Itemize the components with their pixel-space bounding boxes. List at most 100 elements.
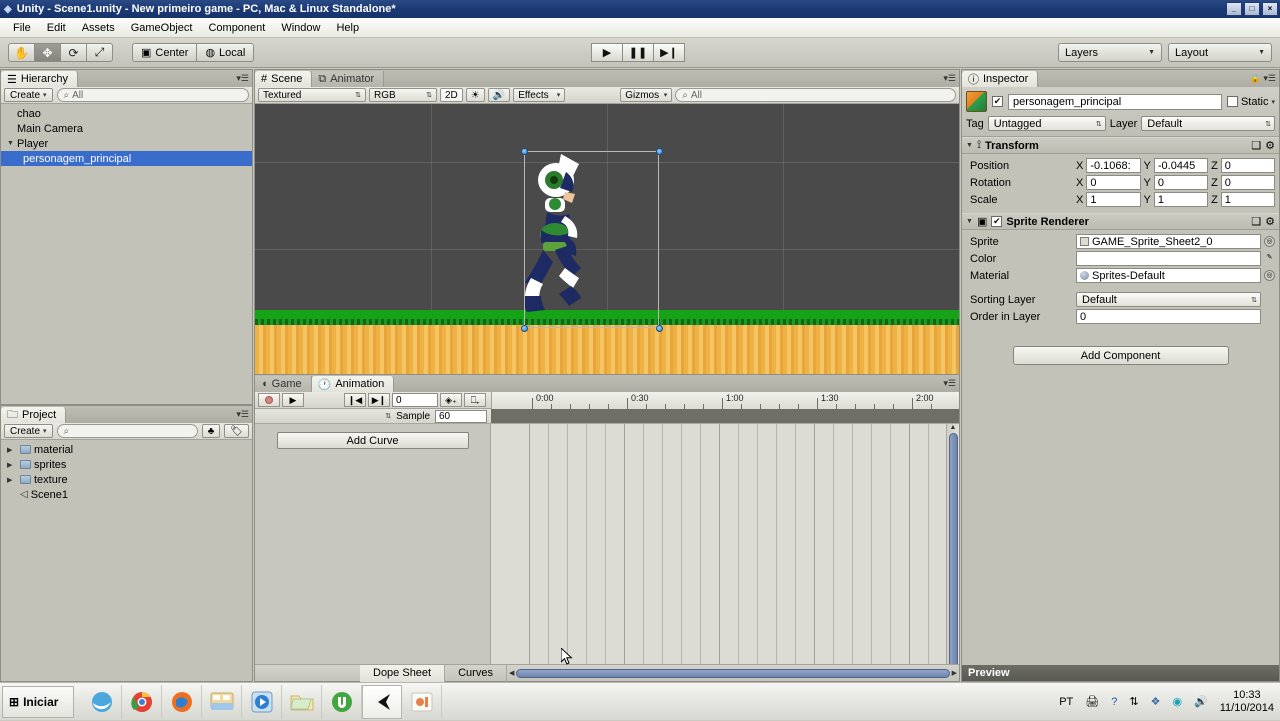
sprite-renderer-component-header[interactable]: ▼ ▣ ✔ Sprite Renderer ❑ ⚙ [962, 213, 1279, 230]
rotation-z-input[interactable]: 0 [1220, 175, 1275, 190]
rotation-x-input[interactable]: 0 [1086, 175, 1141, 190]
clip-selector-icon[interactable]: ⇅ [385, 412, 391, 420]
add-keyframe-button[interactable]: ◈₊ [440, 393, 462, 407]
app-tray-icon-2[interactable]: ◉ [1172, 695, 1182, 708]
network-tray-icon[interactable]: ⇅ [1129, 695, 1138, 708]
scene-search-input[interactable]: ⌕ All [675, 88, 956, 102]
tab-project[interactable]: 🗀 Project [1, 407, 67, 423]
hierarchy-item-personagem-principal[interactable]: personagem_principal [1, 151, 252, 166]
collapse-arrow-icon[interactable]: ▼ [966, 218, 973, 225]
animation-timeline-ruler[interactable]: 0:00 0:30 1:00 1:30 2:00 [491, 392, 959, 409]
project-create-button[interactable]: Create ▾ [4, 424, 53, 438]
selection-handle-top-left[interactable] [521, 148, 528, 155]
tab-animator[interactable]: ⧉ Animator [312, 71, 385, 87]
material-object-field[interactable]: Sprites-Default [1076, 268, 1261, 283]
taskbar-chrome-icon[interactable] [122, 684, 162, 719]
scale-z-input[interactable]: 1 [1220, 192, 1275, 207]
layout-dropdown[interactable]: Layout ▼ [1168, 43, 1272, 62]
start-button[interactable]: ⊞ Iniciar [2, 685, 74, 718]
effects-dropdown[interactable]: Effects ▾ [513, 88, 566, 102]
static-checkbox[interactable] [1226, 96, 1238, 107]
pivot-mode-button[interactable]: ▣ Center [132, 43, 198, 62]
gear-icon[interactable]: ⚙ [1265, 139, 1275, 152]
position-z-input[interactable]: 0 [1220, 158, 1275, 173]
material-picker-button[interactable]: ◎ [1264, 270, 1275, 281]
step-button[interactable]: ▶❙ [653, 43, 685, 62]
taskbar-utorrent-icon[interactable] [322, 684, 362, 719]
sprite-renderer-enabled-checkbox[interactable]: ✔ [991, 216, 1003, 227]
taskbar-folder-icon[interactable] [282, 684, 322, 719]
layer-dropdown[interactable]: Default ⇅ [1141, 116, 1275, 131]
tab-inspector[interactable]: ⓘ Inspector [962, 71, 1039, 87]
scroll-left-arrow-icon[interactable]: ◀ [509, 669, 514, 677]
horizontal-scroll-thumb[interactable] [516, 668, 950, 678]
next-keyframe-button[interactable]: ▶❙ [368, 393, 390, 407]
maximize-button[interactable]: □ [1244, 2, 1260, 16]
order-in-layer-input[interactable]: 0 [1076, 309, 1261, 324]
hand-tool-button[interactable]: ✋ [8, 43, 35, 62]
rotation-y-input[interactable]: 0 [1153, 175, 1209, 190]
pivot-rotation-button[interactable]: ◍ Local [196, 43, 255, 62]
selection-handle-bottom-left[interactable] [521, 325, 528, 332]
selection-handle-bottom-right[interactable] [656, 325, 663, 332]
printer-icon[interactable]: 🖨 [1085, 695, 1099, 708]
panel-menu-icon[interactable]: ▾☰ [236, 73, 249, 84]
volume-tray-icon[interactable]: 🔊 [1194, 695, 1208, 708]
project-item-scene1[interactable]: ◁ Scene1 [1, 487, 252, 502]
taskbar-unity-icon[interactable] [362, 684, 402, 719]
project-item-material[interactable]: ▶ material [1, 442, 252, 457]
sorting-layer-dropdown[interactable]: Default ⇅ [1076, 292, 1261, 307]
project-item-sprites[interactable]: ▶ sprites [1, 457, 252, 472]
color-mode-dropdown[interactable]: RGB ⇅ [369, 88, 437, 102]
preview-bar[interactable]: Preview [962, 665, 1279, 681]
taskbar-app-icon[interactable] [402, 684, 442, 719]
sprite-object-field[interactable]: GAME_Sprite_Sheet2_0 [1076, 234, 1261, 249]
tab-animation[interactable]: 🕐 Animation [311, 376, 395, 392]
menu-window[interactable]: Window [274, 20, 327, 36]
menu-component[interactable]: Component [201, 20, 272, 36]
2d-toggle-button[interactable]: 2D [440, 88, 463, 102]
draw-mode-dropdown[interactable]: Textured ⇅ [258, 88, 366, 102]
hierarchy-item-player[interactable]: ▼ Player [1, 136, 252, 151]
taskbar-firefox-icon[interactable] [162, 684, 202, 719]
project-search-input[interactable]: ⌕ [56, 424, 198, 438]
app-tray-icon-1[interactable]: ❖ [1151, 695, 1161, 708]
taskbar-internet-explorer-icon[interactable] [82, 684, 122, 719]
sample-rate-input[interactable]: 60 [435, 409, 487, 423]
add-curve-button[interactable]: Add Curve [276, 432, 469, 449]
menu-gameobject[interactable]: GameObject [124, 20, 200, 36]
add-event-button[interactable]: ⎕₊ [464, 393, 486, 407]
panel-menu-icon[interactable]: ▾☰ [943, 73, 956, 84]
sprite-picker-button[interactable]: ◎ [1264, 236, 1275, 247]
add-component-button[interactable]: Add Component [1012, 346, 1229, 365]
close-button[interactable]: × [1262, 2, 1278, 16]
play-button[interactable]: ▶ [591, 43, 623, 62]
rotate-tool-button[interactable]: ⟳ [60, 43, 87, 62]
scale-x-input[interactable]: 1 [1086, 192, 1141, 207]
scale-tool-button[interactable]: ⤢ [86, 43, 113, 62]
help-icon[interactable]: ❑ [1251, 215, 1261, 228]
minimize-button[interactable]: _ [1226, 2, 1242, 16]
panel-menu-icon[interactable]: 🔒 ▾☰ [1250, 73, 1276, 84]
pause-button[interactable]: ❚❚ [622, 43, 654, 62]
dope-sheet-grid[interactable]: ▲ ▼ [491, 424, 959, 679]
expand-arrow-icon[interactable]: ▶ [7, 476, 17, 484]
scene-viewport[interactable] [255, 104, 959, 389]
dope-sheet-horizontal-scrollbar[interactable]: ◀ ▶ [509, 667, 957, 680]
tab-curves[interactable]: Curves [445, 664, 507, 682]
filter-by-type-button[interactable]: ♣ [201, 424, 221, 438]
panel-menu-icon[interactable]: ▾☰ [943, 378, 956, 389]
expand-arrow-icon[interactable]: ▼ [7, 140, 17, 147]
hierarchy-create-button[interactable]: Create ▾ [4, 88, 53, 102]
move-tool-button[interactable]: ✥ [34, 43, 61, 62]
clock[interactable]: 10:33 11/10/2014 [1220, 689, 1274, 715]
layers-dropdown[interactable]: Layers ▼ [1058, 43, 1162, 62]
tab-dope-sheet[interactable]: Dope Sheet [360, 664, 446, 682]
menu-file[interactable]: File [6, 20, 38, 36]
menu-edit[interactable]: Edit [40, 20, 73, 36]
filter-by-label-button[interactable]: 🏷 [224, 424, 249, 438]
eyedropper-icon[interactable]: ✎ [1264, 253, 1275, 264]
chevron-down-icon[interactable]: ▾ [1271, 98, 1275, 106]
prev-keyframe-button[interactable]: ❙◀ [344, 393, 366, 407]
audio-toggle-button[interactable]: 🔊 [487, 88, 511, 102]
